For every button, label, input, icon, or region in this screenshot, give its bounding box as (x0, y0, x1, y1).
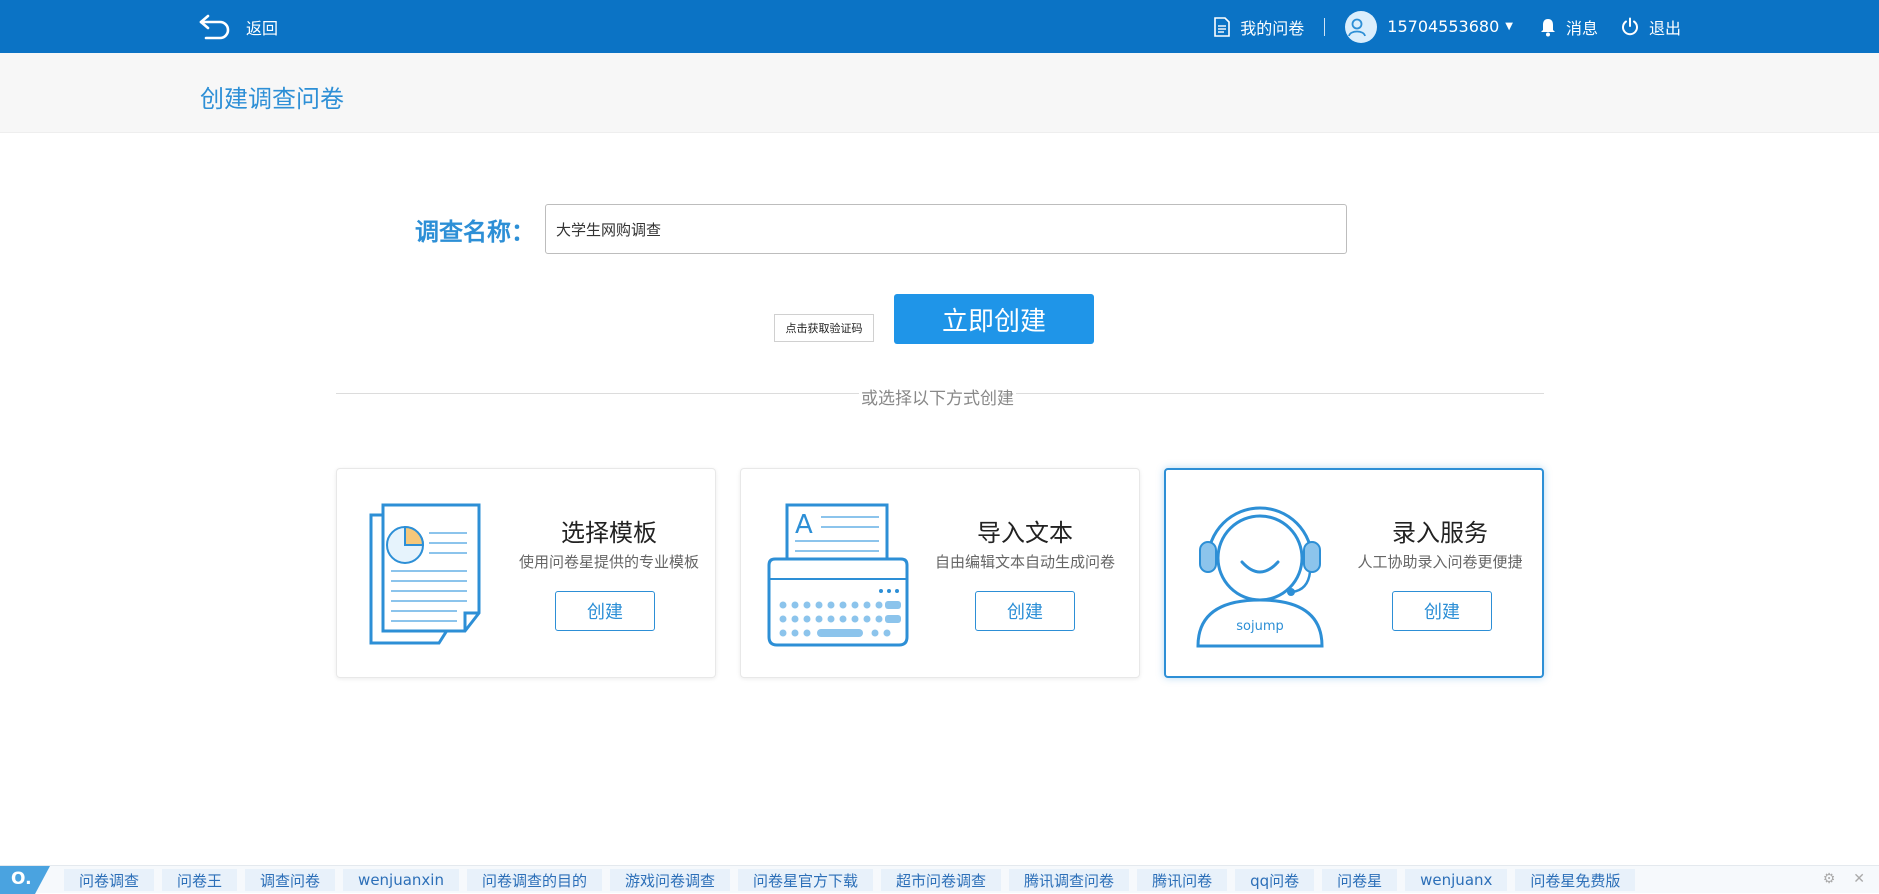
card-import-text[interactable]: A 导入文本 自由编辑文本自动生成问卷 创建 (740, 468, 1140, 678)
top-right-menu: 我的问卷 15704553680 ▼ 消息 退出 (1213, 0, 1681, 53)
customer-service-icon: sojump (1196, 506, 1324, 648)
card-title: 导入文本 (977, 519, 1073, 547)
bell-icon (1540, 18, 1555, 36)
divider (1324, 17, 1326, 36)
back-arrow-icon (199, 14, 230, 40)
bottom-link[interactable]: 腾讯问卷 (1137, 869, 1228, 891)
bottom-link[interactable]: 问卷星官方下载 (738, 869, 874, 891)
close-icon[interactable]: ✕ (1853, 871, 1865, 887)
card-description: 使用问卷星提供的专业模板 (518, 553, 699, 571)
my-surveys-link[interactable]: 我的问卷 (1213, 15, 1304, 39)
account-phone: 15704553680 (1387, 17, 1500, 36)
gear-icon[interactable]: ⚙ (1823, 871, 1836, 887)
avatar (1345, 10, 1378, 43)
card-title: 录入服务 (1392, 519, 1488, 547)
bottom-link[interactable]: 问卷调查 (64, 869, 155, 891)
logout-link[interactable]: 退出 (1620, 15, 1681, 39)
card-description: 自由编辑文本自动生成问卷 (934, 553, 1115, 571)
my-surveys-label: 我的问卷 (1240, 18, 1305, 38)
import-create-button[interactable]: 创建 (975, 591, 1075, 631)
card-template[interactable]: 选择模板 使用问卷星提供的专业模板 创建 (336, 468, 716, 678)
bottom-ad-bar: O. 问卷调查 问卷王 调查问卷 wenjuanxin 问卷调查的目的 游戏问卷调查 问卷星… (0, 865, 1879, 894)
power-icon (1622, 17, 1638, 35)
template-document-icon (369, 503, 481, 645)
card-description: 人工协助录入问卷更便捷 (1357, 553, 1523, 571)
chevron-down-icon: ▼ (1505, 21, 1513, 32)
svg-text:A: A (795, 510, 813, 540)
account-menu[interactable]: 15704553680 ▼ (1345, 10, 1513, 43)
bottom-link[interactable]: 超市问卷调查 (881, 869, 1002, 891)
bottom-link[interactable]: wenjuanx (1405, 869, 1508, 891)
bottom-link[interactable]: 问卷星免费版 (1515, 869, 1636, 891)
template-create-button[interactable]: 创建 (555, 591, 655, 631)
survey-name-input[interactable] (545, 204, 1347, 254)
survey-name-label: 调查名称： (415, 218, 535, 246)
card-title: 选择模板 (561, 519, 657, 547)
logout-label: 退出 (1648, 18, 1681, 38)
back-button[interactable]: 返回 (198, 12, 278, 42)
page-title: 创建调查问卷 (200, 85, 344, 113)
bottom-link[interactable]: 腾讯调查问卷 (1009, 869, 1130, 891)
back-label: 返回 (246, 19, 279, 38)
sojump-logo-text: sojump (1236, 619, 1284, 634)
bottom-link[interactable]: 问卷王 (162, 869, 238, 891)
bottom-link[interactable]: qq问卷 (1235, 869, 1315, 891)
card-entry-service[interactable]: sojump 录入服务 人工协助录入问卷更便捷 创建 (1164, 468, 1544, 678)
search-logo-icon: O. (0, 866, 50, 894)
bottom-link[interactable]: 问卷星 (1322, 869, 1398, 891)
messages-link[interactable]: 消息 (1539, 15, 1598, 39)
typewriter-icon: A (767, 503, 909, 647)
top-bar: 返回 我的问卷 15704553680 ▼ 消息 退出 (0, 0, 1879, 53)
divider-text: 或选择以下方式创建 (859, 384, 1016, 409)
bottom-link[interactable]: 问卷调查的目的 (466, 869, 602, 891)
bottom-tools: ⚙ ✕ (1823, 871, 1865, 887)
create-now-button[interactable]: 立即创建 (894, 294, 1094, 344)
bottom-link[interactable]: 游戏问卷调查 (610, 869, 731, 891)
bottom-links: 问卷调查 问卷王 调查问卷 wenjuanxin 问卷调查的目的 游戏问卷调查 问卷星官方下… (64, 869, 1636, 891)
user-icon (1347, 18, 1366, 36)
messages-label: 消息 (1565, 18, 1598, 38)
document-icon (1214, 16, 1231, 37)
bottom-link[interactable]: 调查问卷 (245, 869, 336, 891)
service-create-button[interactable]: 创建 (1392, 591, 1492, 631)
bottom-link[interactable]: wenjuanxin (343, 869, 459, 891)
title-band: 创建调查问卷 (0, 53, 1879, 133)
captcha-button[interactable]: 点击获取验证码 (774, 314, 874, 342)
